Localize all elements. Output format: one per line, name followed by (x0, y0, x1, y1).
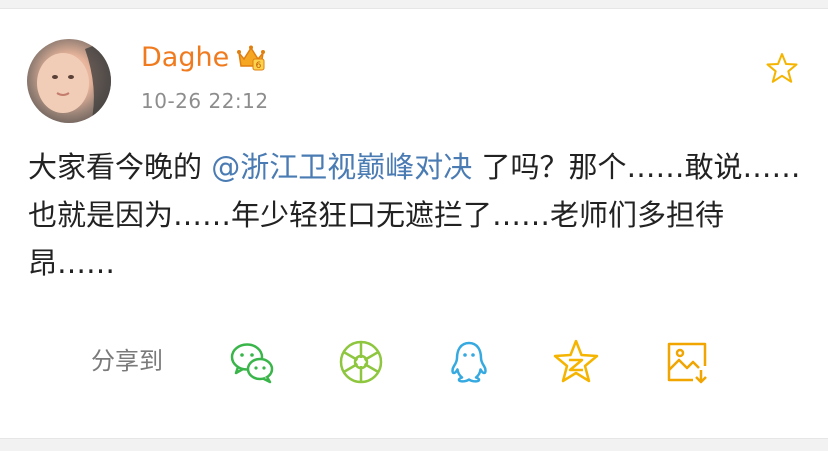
bottom-divider (0, 438, 828, 451)
avatar[interactable] (27, 39, 111, 123)
vip-crown-icon[interactable]: 6 (236, 44, 266, 72)
post-timestamp: 10-26 22:12 (141, 89, 269, 113)
moments-icon[interactable] (337, 338, 385, 386)
username[interactable]: Daghe (141, 40, 229, 76)
post-text-before: 大家看今晚的 (28, 150, 212, 184)
save-image-icon[interactable] (663, 338, 711, 386)
mention-link[interactable]: @浙江卫视巅峰对决 (211, 150, 472, 184)
favorite-star-icon[interactable] (765, 51, 799, 85)
qzone-icon[interactable] (552, 338, 600, 386)
qq-icon[interactable] (445, 338, 493, 386)
avatar-image (37, 39, 111, 123)
post-body: 大家看今晚的 @浙江卫视巅峰对决 了吗？那个……敢说……也就是因为……年少轻狂口… (28, 143, 808, 287)
svg-text:6: 6 (256, 61, 262, 71)
share-label: 分享到 (91, 347, 163, 375)
top-divider (0, 0, 828, 9)
wechat-icon[interactable] (228, 338, 276, 386)
